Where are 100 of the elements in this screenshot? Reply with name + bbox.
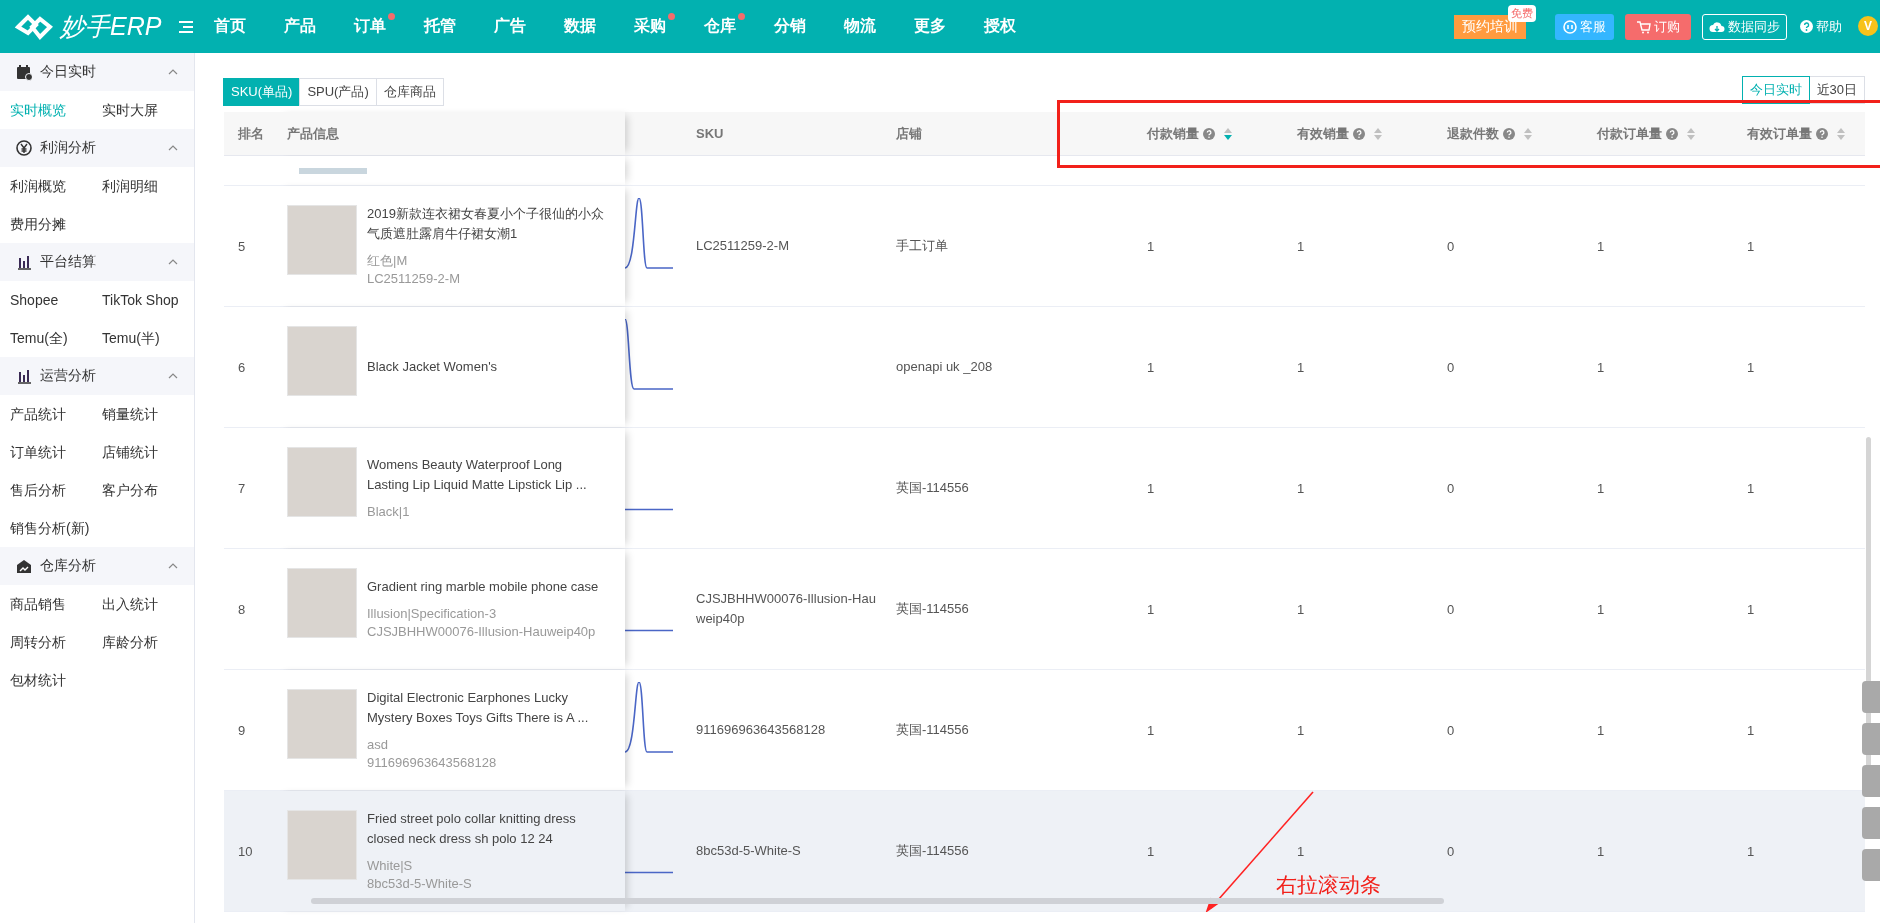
menu-icon: [178, 19, 194, 34]
rank-number: 7: [238, 480, 246, 496]
help-icon: [1203, 127, 1215, 140]
photo-placeholder: [287, 689, 357, 759]
product-title[interactable]: Gradient ring marble mobile phone case: [367, 577, 607, 597]
yen-icon: [16, 139, 32, 157]
sidebar-item[interactable]: 费用分摊: [10, 205, 102, 243]
photo-placeholder: [299, 167, 367, 174]
cart-icon: [1636, 19, 1651, 34]
sidebar-item[interactable]: 店铺统计: [102, 433, 194, 471]
sidebar-item[interactable]: 售后分析: [10, 471, 102, 509]
help-icon: [1800, 20, 1813, 33]
product-title[interactable]: Black Jacket Women's: [367, 357, 607, 377]
column-header[interactable]: 有效订单量: [1747, 124, 1812, 143]
metric-value: 1: [1747, 238, 1755, 254]
calendar-icon: [16, 63, 32, 81]
photo-placeholder: [287, 568, 357, 638]
group-title: 仓库分析: [40, 557, 96, 575]
sidebar-item[interactable]: Temu(半): [102, 319, 194, 357]
sidebar-item[interactable]: Temu(全): [10, 319, 102, 357]
sidebar-item[interactable]: 客户分布: [102, 471, 194, 509]
table-row[interactable]: 8 Gradient ring marble mobile phone case Illusion|Specification-3 CJSJBHHW00076-Illusion-Hauweip40p CJSJBHHW00076-Illusion-Hauweip40p 英国-114556 1 1 0 1 1: [224, 549, 1865, 670]
shop-cell-text: 手工订单: [896, 237, 948, 255]
bar-chart-icon: [16, 253, 32, 271]
metric-value: 1: [1597, 238, 1605, 254]
column-header: 产品信息: [287, 124, 339, 143]
metric-value: 1: [1747, 722, 1755, 738]
cloud-icon: [1709, 20, 1725, 33]
sidebar-item[interactable]: 产品统计: [10, 395, 102, 433]
horizontal-scrollbar[interactable]: [311, 898, 1444, 904]
sidebar-item[interactable]: 利润明细: [102, 167, 194, 205]
column-header[interactable]: 退款件数: [1447, 124, 1499, 143]
column-header[interactable]: 付款订单量: [1597, 124, 1662, 143]
metric-value: 1: [1597, 601, 1605, 617]
sidebar-group-header[interactable]: 仓库分析: [0, 547, 194, 585]
free-badge: 免费: [1508, 4, 1536, 22]
sidebar-group-header[interactable]: 今日实时: [0, 53, 194, 91]
sidebar-item[interactable]: 订单统计: [10, 433, 102, 471]
sidebar-group-header[interactable]: 利润分析: [0, 129, 194, 167]
metric-value: 1: [1597, 480, 1605, 496]
sidebar-item[interactable]: 包材统计: [10, 661, 102, 699]
bar-chart-icon: [16, 367, 32, 385]
metric-value: 1: [1297, 601, 1305, 617]
sidebar-item[interactable]: 实时大屏: [102, 91, 194, 129]
sidebar-item[interactable]: 周转分析: [10, 623, 102, 661]
rank-number: 10: [238, 843, 253, 859]
sku-code: CJSJBHHW00076-Illusion-Hauweip40p: [367, 623, 597, 641]
variant-text: asd: [367, 736, 389, 754]
product-title[interactable]: Digital Electronic Earphones Lucky Mystery Boxes Toys Gifts There is A ...: [367, 688, 607, 728]
sidebar-group-header[interactable]: 平台结算: [0, 243, 194, 281]
sidebar-item[interactable]: Shopee: [10, 281, 102, 319]
metric-value: 0: [1447, 238, 1455, 254]
metric-value: 0: [1447, 843, 1455, 859]
sku-code: 8bc53d-5-White-S: [367, 875, 473, 893]
sku-cell-text: 911696963643568128: [696, 721, 826, 739]
shop-cell-text: 英国-114556: [896, 600, 969, 618]
metric-value: 1: [1297, 359, 1305, 375]
metric-value: 1: [1747, 480, 1755, 496]
table-row[interactable]: 5 2019新款连衣裙女春夏小个子很仙的小众气质遮肚露肩牛仔裙女潮1 红色|M LC2511259-2-M LC2511259-2-M 手工订单 1 1 0 1 1: [224, 186, 1865, 307]
column-header[interactable]: 付款销量: [1147, 124, 1199, 143]
group-title: 运营分析: [40, 367, 96, 385]
sku-cell-text: CJSJBHHW00076-Illusion-Hauweip40p: [696, 590, 877, 628]
sidebar-item[interactable]: 商品销售: [10, 585, 102, 623]
sidebar-item[interactable]: 库龄分析: [102, 623, 194, 661]
sidebar-item[interactable]: 销量统计: [102, 395, 194, 433]
help-icon: [1816, 127, 1828, 140]
help-icon: [1503, 127, 1515, 140]
metric-value: 1: [1147, 480, 1155, 496]
annotation-text: 右拉滚动条: [1276, 872, 1381, 898]
product-title[interactable]: 2019新款连衣裙女春夏小个子很仙的小众气质遮肚露肩牛仔裙女潮1: [367, 204, 607, 244]
house-icon: [16, 557, 32, 575]
metric-value: 1: [1747, 359, 1755, 375]
shop-cell-text: 英国-114556: [896, 479, 969, 497]
sparkline: [625, 871, 673, 874]
sku-code: LC2511259-2-M: [367, 270, 461, 288]
table-row[interactable]: 6 Black Jacket Women's openapi uk _208 1 1 0 1 1: [224, 307, 1865, 428]
table-row[interactable]: 7 Womens Beauty Waterproof Long Lasting Lip Liquid Matte Lipstick Lip ... Black|1 英国-114556 1 1 0 1 1: [224, 428, 1865, 549]
view-tab[interactable]: SPU(产品): [299, 78, 377, 106]
sidebar-group-header[interactable]: 运营分析: [0, 357, 194, 395]
view-tab[interactable]: 仓库商品: [375, 78, 444, 106]
product-title[interactable]: Fried street polo collar knitting dress closed neck dress sh polo 12 24: [367, 809, 607, 849]
table-row[interactable]: 9 Digital Electronic Earphones Lucky Mystery Boxes Toys Gifts There is A ... asd 911696963643568128 911696963643568128 英国-114556 1 1 0 1 1: [224, 670, 1865, 791]
metric-value: 0: [1447, 359, 1455, 375]
metric-value: 1: [1747, 843, 1755, 859]
rank-number: 8: [238, 601, 246, 617]
metric-value: 1: [1297, 722, 1305, 738]
metric-value: 1: [1297, 238, 1305, 254]
sku-cell-text: LC2511259-2-M: [696, 237, 789, 255]
sidebar-item[interactable]: 利润概览: [10, 167, 102, 205]
sparkline: [625, 629, 673, 632]
variant-text: White|S: [367, 857, 414, 875]
column-header[interactable]: 有效销量: [1297, 124, 1349, 143]
sidebar-item[interactable]: 出入统计: [102, 585, 194, 623]
sidebar-item[interactable]: TikTok Shop: [102, 281, 194, 319]
sidebar-item[interactable]: 销售分析(新): [10, 509, 102, 547]
metric-value: 1: [1147, 238, 1155, 254]
metric-value: 1: [1147, 722, 1155, 738]
headset-icon: [1563, 19, 1577, 34]
product-title[interactable]: Womens Beauty Waterproof Long Lasting Lip Liquid Matte Lipstick Lip ...: [367, 455, 607, 495]
rank-number: 9: [238, 722, 246, 738]
